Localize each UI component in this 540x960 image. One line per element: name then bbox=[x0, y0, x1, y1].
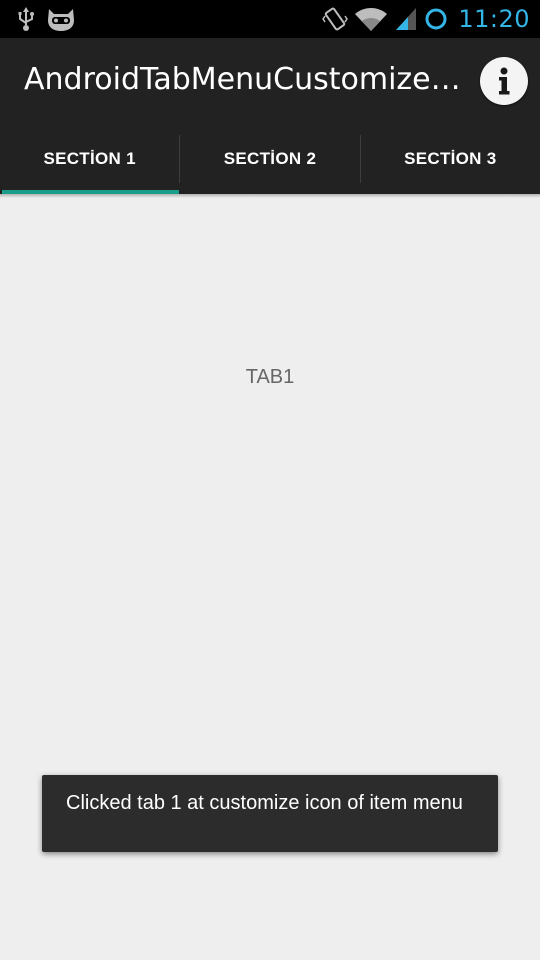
system-icons: 11:20 bbox=[322, 4, 530, 34]
action-bar: AndroidTabMenuCustomizeAc… bbox=[0, 38, 540, 124]
tab-bar: SECTİON 1 SECTİON 2 SECTİON 3 bbox=[0, 124, 540, 194]
toast-message: Clicked tab 1 at customize icon of item … bbox=[42, 775, 498, 852]
info-icon bbox=[499, 67, 510, 95]
status-bar: 11:20 bbox=[0, 0, 540, 38]
toast-text: Clicked tab 1 at customize icon of item … bbox=[66, 792, 463, 814]
sync-circle-icon bbox=[424, 7, 448, 31]
tab-section-1[interactable]: SECTİON 1 bbox=[0, 124, 180, 194]
usb-icon bbox=[16, 6, 36, 32]
app-title: AndroidTabMenuCustomizeAc… bbox=[24, 62, 464, 97]
tab-label: SECTİON 1 bbox=[43, 149, 136, 168]
tab-section-2[interactable]: SECTİON 2 bbox=[180, 124, 359, 194]
tab-section-3[interactable]: SECTİON 3 bbox=[361, 124, 540, 194]
vibrate-icon bbox=[322, 6, 349, 32]
signal-icon bbox=[394, 6, 418, 32]
action-bar-shadow bbox=[0, 194, 540, 198]
tab-content-label: TAB1 bbox=[245, 366, 295, 388]
info-button[interactable] bbox=[480, 57, 528, 105]
tab-label: SECTİON 3 bbox=[404, 149, 497, 168]
wifi-icon bbox=[354, 6, 388, 32]
status-clock: 11:20 bbox=[458, 5, 530, 33]
notification-icons bbox=[16, 5, 76, 33]
tab-label: SECTİON 2 bbox=[223, 149, 317, 168]
cyanogen-mascot-icon bbox=[46, 6, 76, 32]
